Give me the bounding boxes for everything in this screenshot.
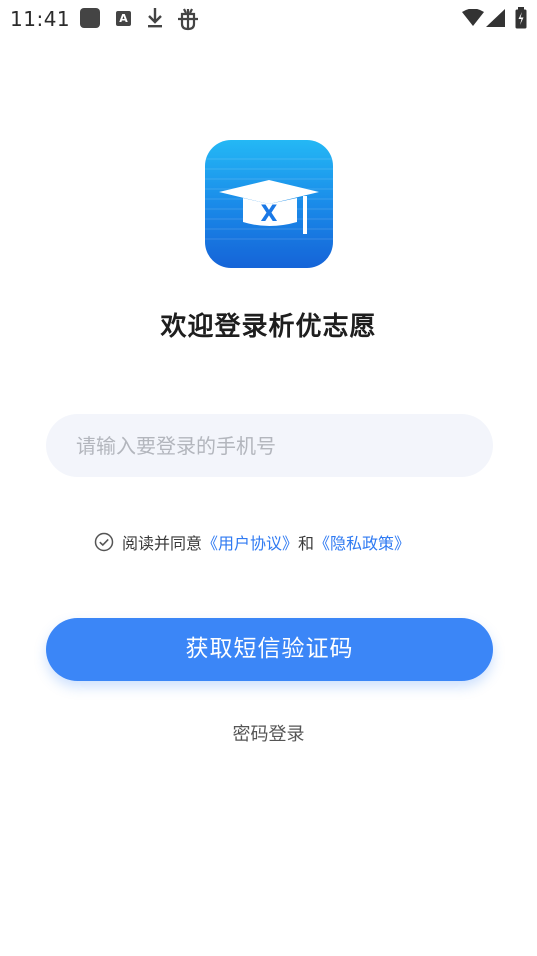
battery-icon (515, 7, 527, 33)
svg-text:X: X (261, 202, 278, 227)
signal-icon (486, 9, 506, 31)
get-sms-code-button[interactable]: 获取短信验证码 (46, 618, 493, 681)
bug-icon (176, 6, 200, 36)
status-bar: 11:41 A (0, 0, 537, 38)
graduation-cap-logo-icon: X (205, 158, 333, 240)
wifi-icon (462, 8, 484, 31)
download-icon (145, 6, 165, 34)
user-agreement-link[interactable]: 《用户协议》 (202, 530, 298, 554)
a-box-icon: A (116, 11, 131, 26)
privacy-policy-link[interactable]: 《隐私政策》 (314, 530, 410, 554)
page-title: 欢迎登录析优志愿 (160, 312, 377, 342)
square-app-icon (80, 8, 100, 28)
agreement-row: 阅读并同意 《用户协议》 和 《隐私政策》 (94, 530, 410, 554)
app-logo: X (205, 140, 333, 268)
agreement-prefix: 阅读并同意 (122, 534, 203, 553)
password-login-link[interactable]: 密码登录 (0, 720, 537, 746)
agreement-checkbox-icon[interactable] (94, 532, 114, 552)
status-time: 11:41 (10, 7, 71, 31)
agreement-conjunction: 和 (298, 534, 315, 553)
phone-number-input[interactable] (46, 414, 493, 477)
